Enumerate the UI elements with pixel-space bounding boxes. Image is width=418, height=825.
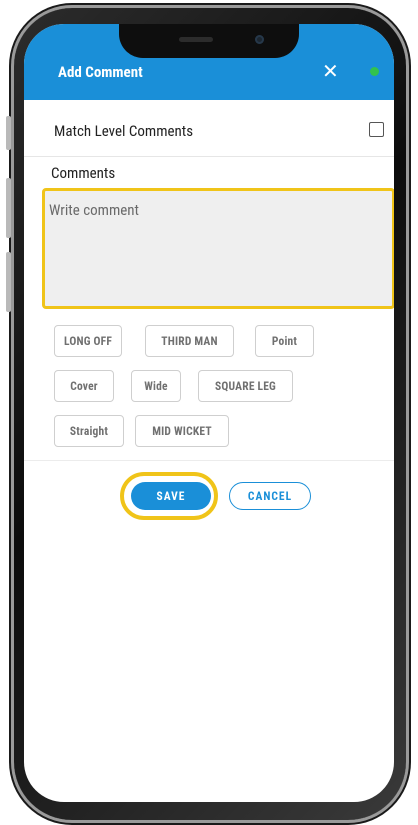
screen: Add Comment ✕ Match Level Comments Comme…	[24, 24, 394, 802]
save-button[interactable]: SAVE	[131, 482, 211, 510]
comment-placeholder: Write comment	[49, 201, 139, 219]
cancel-button[interactable]: CANCEL	[229, 482, 311, 510]
chip-square-leg[interactable]: SQUARE LEG	[198, 370, 293, 402]
modal-title: Add Comment	[58, 63, 143, 81]
comments-label: Comments	[51, 164, 116, 182]
chip-wide[interactable]: Wide	[131, 370, 181, 402]
notch	[119, 24, 299, 58]
chip-third-man[interactable]: THIRD MAN	[145, 325, 234, 357]
close-icon[interactable]: ✕	[322, 59, 339, 83]
match-level-row[interactable]: Match Level Comments	[24, 100, 394, 157]
chip-mid-wicket[interactable]: MID WICKET	[135, 415, 229, 447]
camera-icon	[255, 35, 264, 44]
status-dot	[370, 67, 379, 76]
phone-frame: Add Comment ✕ Match Level Comments Comme…	[6, 8, 406, 820]
volume-down-button	[6, 252, 11, 312]
chip-point[interactable]: Point	[255, 325, 314, 357]
speaker	[179, 37, 213, 42]
side-button	[6, 116, 11, 150]
divider	[24, 460, 394, 461]
match-level-label: Match Level Comments	[54, 122, 194, 140]
volume-up-button	[6, 178, 11, 238]
chip-long-off[interactable]: LONG OFF	[54, 325, 122, 357]
chip-cover[interactable]: Cover	[54, 370, 114, 402]
match-level-checkbox[interactable]	[369, 122, 384, 137]
chip-straight[interactable]: Straight	[54, 415, 124, 447]
comment-textarea[interactable]: Write comment	[42, 188, 394, 309]
